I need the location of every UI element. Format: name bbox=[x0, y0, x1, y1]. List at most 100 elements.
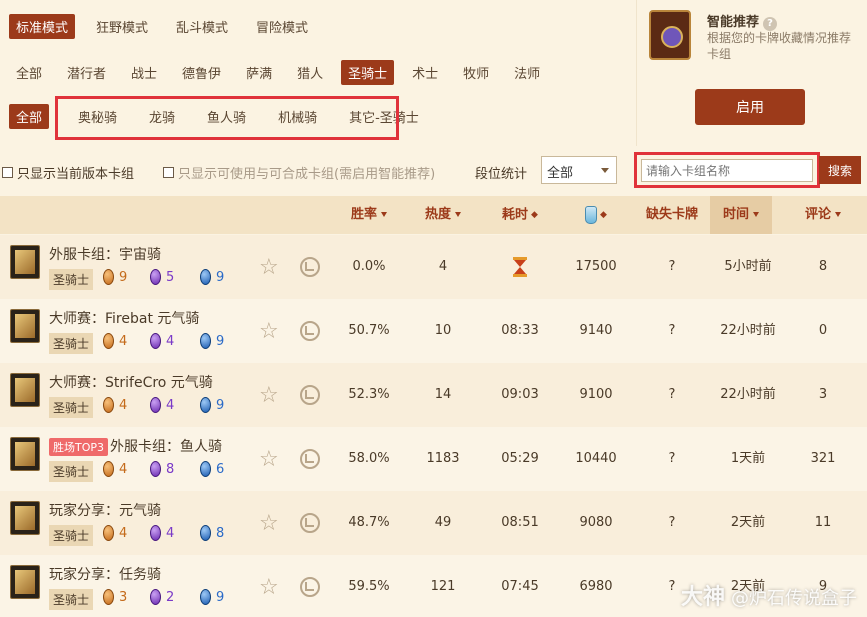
popularity-cell: 14 bbox=[434, 387, 452, 402]
tab-brawl[interactable]: 乱斗模式 bbox=[169, 14, 235, 39]
time-cell: 22小时前 bbox=[720, 323, 776, 338]
deck-name[interactable]: 大师赛：StrifeCro 元气骑 bbox=[49, 372, 213, 392]
class-tag: 圣骑士 bbox=[49, 333, 94, 354]
table-header: 胜率 热度 耗时 ◆ ◆ 缺失卡牌 时间 评论 bbox=[0, 196, 867, 234]
star-icon[interactable]: ☆ bbox=[259, 319, 279, 344]
class-tag: 圣骑士 bbox=[49, 397, 94, 418]
deck-name[interactable]: 胜场TOP3 外服卡组：鱼人骑 bbox=[49, 436, 222, 456]
rank-select[interactable]: 全部 bbox=[541, 156, 617, 184]
deck-name[interactable]: 玩家分享：任务骑 bbox=[49, 564, 161, 584]
deck-icon bbox=[10, 309, 40, 343]
col-dust[interactable]: ◆ bbox=[572, 196, 620, 234]
deck-icon bbox=[10, 373, 40, 407]
deck-name[interactable]: 大师赛：Firebat 元气骑 bbox=[49, 308, 199, 328]
share-icon[interactable] bbox=[300, 513, 320, 533]
share-icon[interactable] bbox=[300, 257, 320, 277]
class-paladin[interactable]: 圣骑士 bbox=[341, 60, 395, 85]
watermark: 大神 @炉石传说盒子 bbox=[680, 585, 857, 610]
rare-count: 9 bbox=[200, 589, 224, 605]
deck-name[interactable]: 外服卡组：宇宙骑 bbox=[49, 244, 161, 264]
share-icon[interactable] bbox=[300, 449, 320, 469]
class-mage[interactable]: 法师 bbox=[507, 60, 547, 85]
tab-wild[interactable]: 狂野模式 bbox=[89, 14, 155, 39]
rare-count: 8 bbox=[200, 525, 224, 541]
missing-cell: ? bbox=[668, 451, 676, 466]
deck-icon bbox=[10, 245, 40, 279]
purple-gem-icon bbox=[150, 461, 161, 477]
table-row[interactable]: 大师赛：StrifeCro 元气骑 圣骑士 4 4 9 ☆ 52.3% 14 09:03 9100… bbox=[0, 363, 867, 427]
duration-cell: 08:33 bbox=[501, 323, 539, 338]
caret-down-icon bbox=[835, 212, 841, 217]
col-popularity[interactable]: 热度 bbox=[412, 196, 474, 234]
deck-icon bbox=[10, 437, 40, 471]
star-icon[interactable]: ☆ bbox=[259, 255, 279, 280]
enable-button[interactable]: 启用 bbox=[695, 89, 805, 125]
top-badge: 胜场TOP3 bbox=[49, 438, 109, 456]
epic-count: 8 bbox=[150, 461, 174, 477]
help-icon[interactable]: ? bbox=[763, 17, 778, 31]
duration-cell: 09:03 bbox=[501, 387, 539, 402]
orange-gem-icon bbox=[103, 525, 114, 541]
legendary-count: 4 bbox=[103, 525, 127, 541]
search-input[interactable] bbox=[641, 159, 813, 182]
blue-gem-icon bbox=[200, 397, 211, 413]
deck-name[interactable]: 玩家分享：元气骑 bbox=[49, 500, 161, 520]
winrate-cell: 50.7% bbox=[348, 323, 390, 338]
epic-count: 2 bbox=[150, 589, 174, 605]
deck-icon bbox=[10, 565, 40, 599]
share-icon[interactable] bbox=[300, 321, 320, 341]
orange-gem-icon bbox=[103, 589, 114, 605]
class-shaman[interactable]: 萨满 bbox=[239, 60, 279, 85]
epic-count: 4 bbox=[150, 525, 174, 541]
current-version-checkbox[interactable]: 只显示当前版本卡组 bbox=[2, 163, 134, 182]
popularity-cell: 121 bbox=[430, 579, 456, 594]
class-hunter[interactable]: 猎人 bbox=[290, 60, 330, 85]
checkbox-icon[interactable] bbox=[163, 167, 174, 178]
star-icon[interactable]: ☆ bbox=[259, 383, 279, 408]
class-priest[interactable]: 牧师 bbox=[456, 60, 496, 85]
winrate-cell: 48.7% bbox=[348, 515, 390, 530]
tab-standard[interactable]: 标准模式 bbox=[9, 14, 76, 39]
purple-gem-icon bbox=[150, 269, 161, 285]
col-time[interactable]: 时间 bbox=[710, 196, 772, 234]
col-comments[interactable]: 评论 bbox=[792, 196, 854, 234]
class-tag: 圣骑士 bbox=[49, 589, 94, 610]
star-icon[interactable]: ☆ bbox=[259, 447, 279, 472]
caret-down-icon bbox=[455, 212, 461, 217]
legendary-count: 3 bbox=[103, 589, 127, 605]
search-button[interactable]: 搜索 bbox=[819, 156, 861, 184]
share-icon[interactable] bbox=[300, 385, 320, 405]
missing-cell: ? bbox=[668, 515, 676, 530]
filter-panel: 标准模式 狂野模式 乱斗模式 冒险模式 全部 潜行者 战士 德鲁伊 萨满 猎人 … bbox=[0, 0, 628, 146]
smart-title: 智能推荐 bbox=[707, 15, 760, 30]
checkbox-icon[interactable] bbox=[2, 167, 13, 178]
comments-cell: 3 bbox=[818, 387, 828, 402]
table-row[interactable]: 外服卡组：宇宙骑 圣骑士 9 5 9 ☆ 0.0% 4 17500? 5小时前 8 bbox=[0, 235, 867, 299]
smart-recommend-panel: 智能推荐? 根据您的卡牌收藏情况推荐卡组 启用 bbox=[636, 0, 867, 146]
duration-cell bbox=[490, 235, 550, 299]
missing-cell: ? bbox=[668, 323, 676, 338]
dust-cell: 6980 bbox=[579, 579, 613, 594]
star-icon[interactable]: ☆ bbox=[259, 575, 279, 600]
subcategory-highlight bbox=[55, 96, 399, 140]
tab-adventure[interactable]: 冒险模式 bbox=[249, 14, 315, 39]
class-rogue[interactable]: 潜行者 bbox=[60, 60, 113, 85]
table-row[interactable]: 玩家分享：元气骑 圣骑士 4 4 8 ☆ 48.7% 49 08:51 9080? 2天前 11 bbox=[0, 491, 867, 555]
subcat-all[interactable]: 全部 bbox=[9, 104, 50, 129]
table-row[interactable]: 胜场TOP3 外服卡组：鱼人骑 圣骑士 4 8 6 ☆ 58.0% 1183 05:29 10440… bbox=[0, 427, 867, 491]
orange-gem-icon bbox=[103, 333, 114, 349]
missing-cell: ? bbox=[668, 259, 676, 274]
craftable-checkbox[interactable]: 只显示可使用与可合成卡组(需启用智能推荐) bbox=[163, 163, 435, 182]
table-row[interactable]: 大师赛：Firebat 元气骑 圣骑士 4 4 9 ☆ 50.7% 10 08:33 9140? 2… bbox=[0, 299, 867, 363]
class-warrior[interactable]: 战士 bbox=[124, 60, 164, 85]
class-all[interactable]: 全部 bbox=[9, 60, 49, 85]
col-winrate[interactable]: 胜率 bbox=[340, 196, 398, 234]
col-duration[interactable]: 耗时 ◆ bbox=[490, 196, 550, 234]
class-druid[interactable]: 德鲁伊 bbox=[175, 60, 228, 85]
dust-cell: 9080 bbox=[579, 515, 613, 530]
share-icon[interactable] bbox=[300, 577, 320, 597]
star-icon[interactable]: ☆ bbox=[259, 511, 279, 536]
blue-gem-icon bbox=[200, 461, 211, 477]
class-warlock[interactable]: 术士 bbox=[405, 60, 445, 85]
purple-gem-icon bbox=[150, 589, 161, 605]
